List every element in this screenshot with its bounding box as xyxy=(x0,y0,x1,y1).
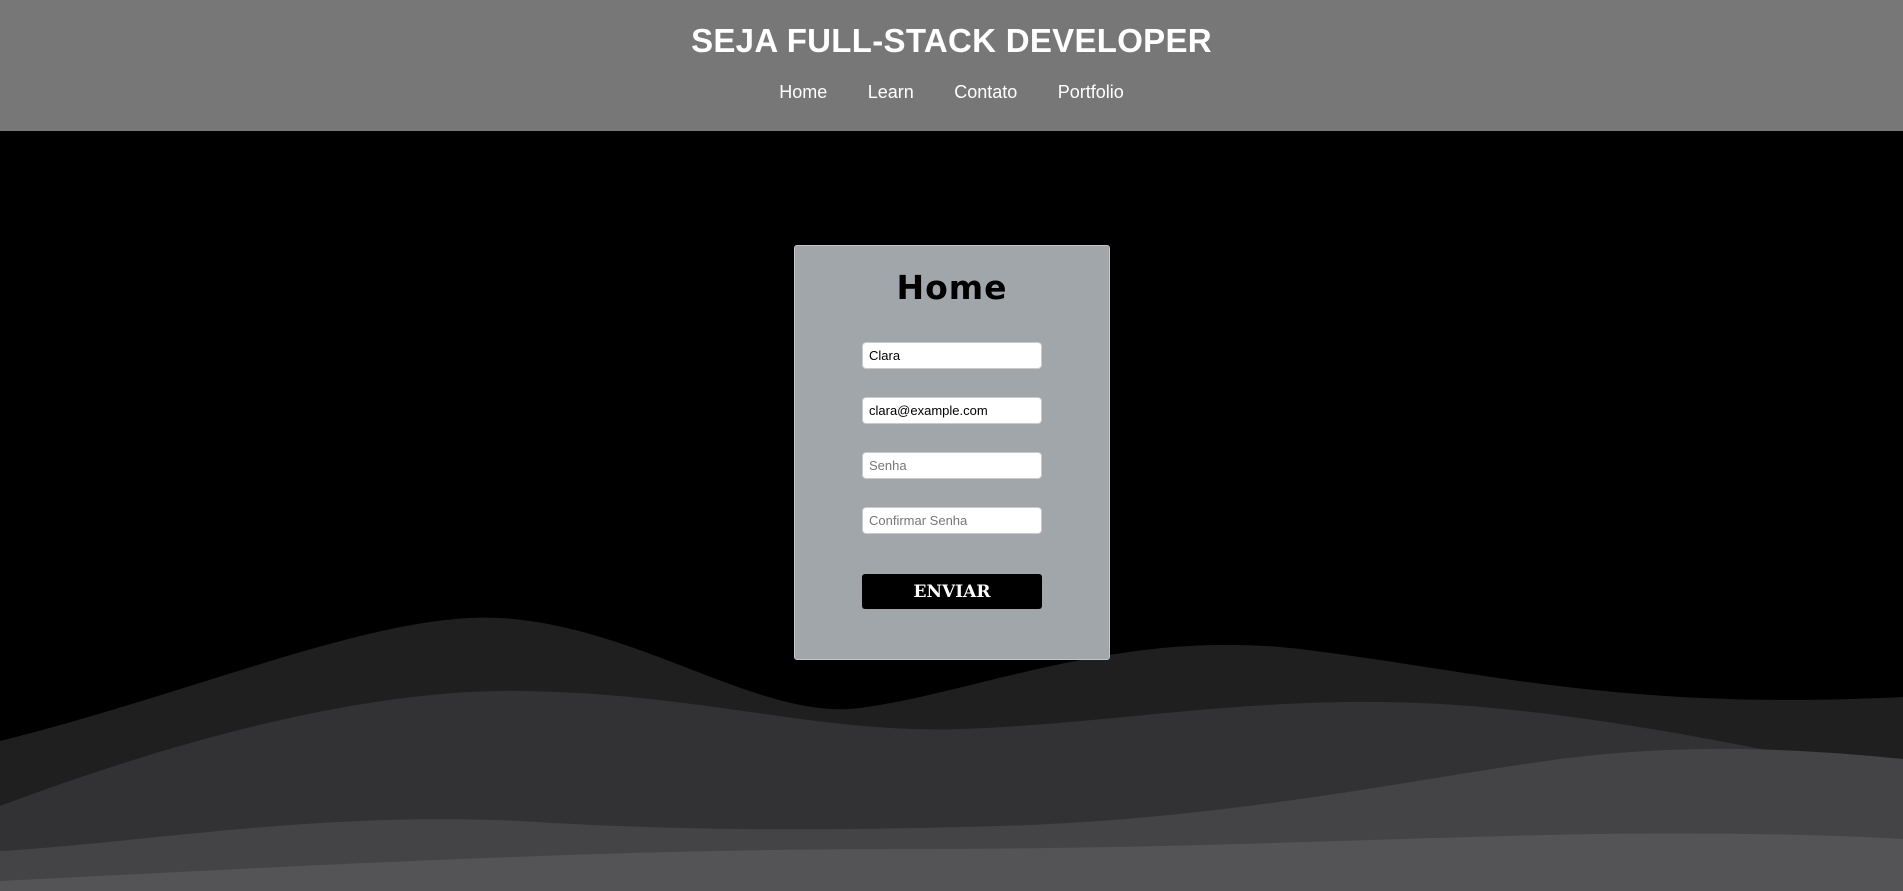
site-title: SEJA FULL-STACK DEVELOPER xyxy=(691,22,1212,59)
site-header: SEJA FULL-STACK DEVELOPER Home Learn Con… xyxy=(0,0,1903,131)
nav-link-learn[interactable]: Learn xyxy=(868,82,914,103)
confirm-password-input[interactable] xyxy=(862,507,1042,534)
nav-link-contato[interactable]: Contato xyxy=(954,82,1017,103)
submit-button[interactable]: ENVIAR xyxy=(862,574,1042,609)
nav-link-home[interactable]: Home xyxy=(779,82,827,103)
card-title: Home xyxy=(896,268,1008,307)
signup-card: Home ENVIAR xyxy=(794,245,1110,660)
password-input[interactable] xyxy=(862,452,1042,479)
main-nav: Home Learn Contato Portfolio xyxy=(0,82,1903,103)
email-input[interactable] xyxy=(862,397,1042,424)
nav-link-portfolio[interactable]: Portfolio xyxy=(1058,82,1124,103)
name-input[interactable] xyxy=(862,342,1042,369)
